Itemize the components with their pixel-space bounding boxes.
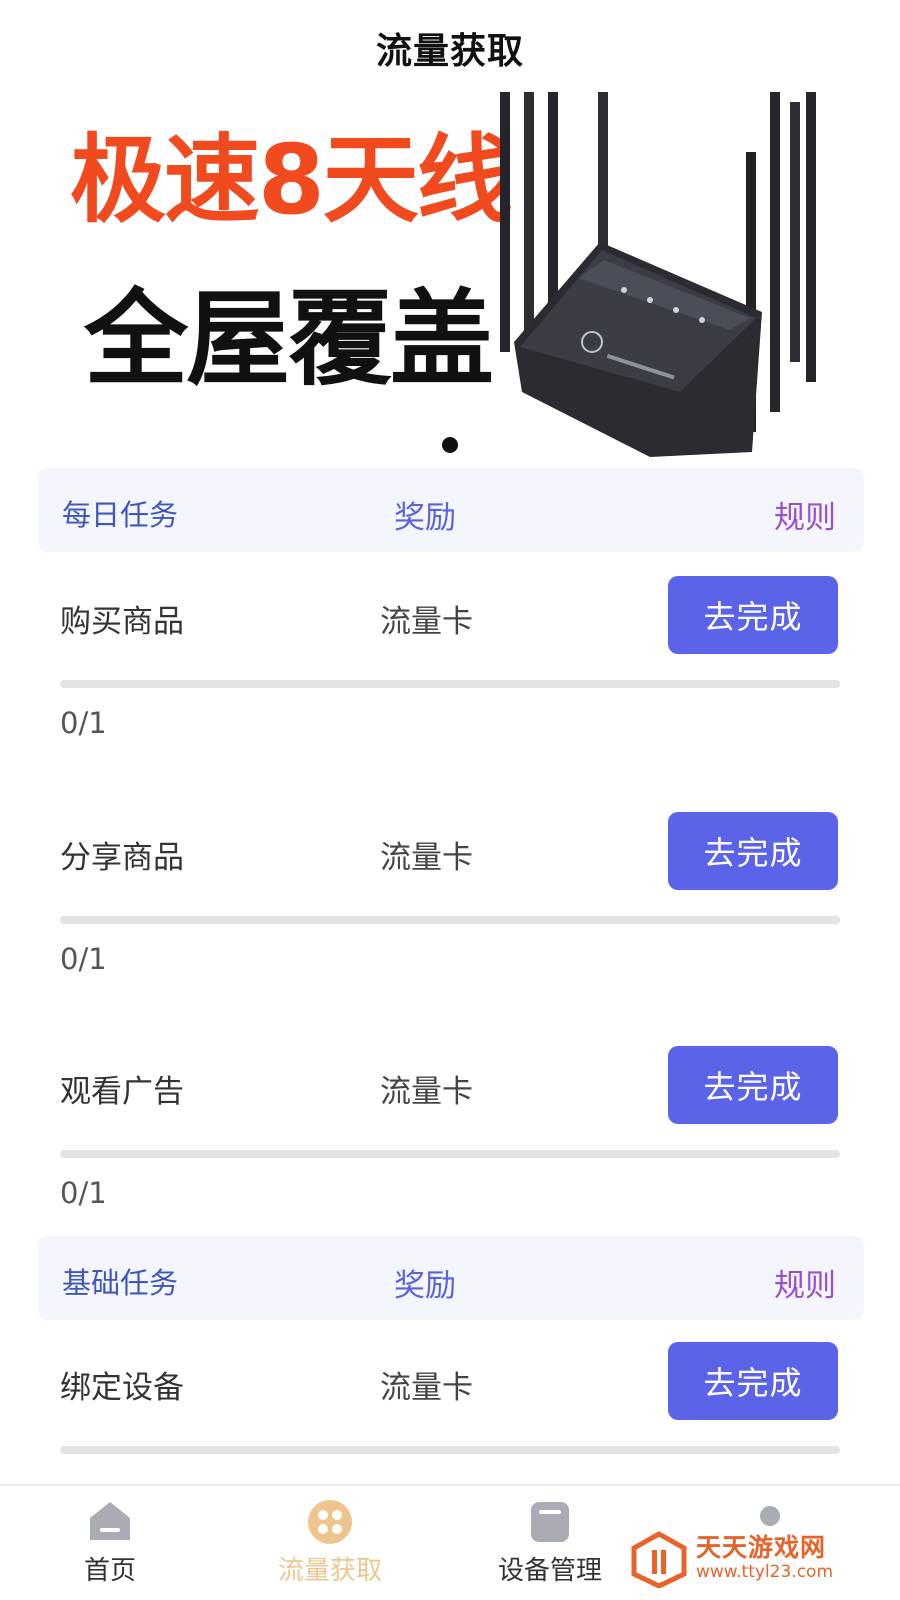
section-title: 每日任务 — [62, 498, 179, 532]
watermark-url: www.ttyl23.com — [696, 1562, 834, 1582]
task-progress-count: 0/1 — [60, 1176, 107, 1210]
task-reward: 流量卡 — [380, 604, 473, 640]
reward-column-header: 奖励 — [394, 500, 456, 536]
banner-carousel[interactable]: 极速8天线 全屋覆盖 — [60, 92, 850, 462]
task-name: 绑定设备 — [60, 1370, 184, 1406]
device-icon — [531, 1502, 569, 1542]
task-row: 购买商品 流量卡 去完成 0/1 — [0, 576, 900, 776]
section-header-basic-tasks: 基础任务 奖励 规则 — [38, 1236, 864, 1320]
nav-label: 首页 — [83, 1556, 136, 1586]
rules-link[interactable]: 规则 — [774, 1260, 836, 1305]
reward-column-header: 奖励 — [394, 1268, 456, 1304]
banner-subheadline: 全屋覆盖 — [84, 278, 494, 400]
task-progress-count: 0/1 — [60, 706, 107, 740]
task-reward: 流量卡 — [380, 840, 473, 876]
nav-label: 设备管理 — [497, 1556, 602, 1586]
watermark-logo-icon — [631, 1531, 687, 1588]
task-reward: 流量卡 — [380, 1074, 473, 1110]
rules-link[interactable]: 规则 — [774, 492, 836, 537]
task-progress-bar — [60, 680, 840, 688]
task-progress-bar — [60, 1446, 840, 1454]
home-icon — [90, 1502, 130, 1540]
section-header-daily-tasks: 每日任务 奖励 规则 — [38, 468, 864, 552]
page-title: 流量获取 — [375, 31, 524, 72]
router-image — [500, 92, 816, 457]
section-title: 基础任务 — [62, 1266, 179, 1300]
watermark-title: 天天游戏网 — [696, 1533, 827, 1562]
watermark: 天天游戏网 www.ttyl23.com — [630, 1528, 890, 1592]
task-name: 分享商品 — [60, 840, 184, 876]
task-name: 购买商品 — [60, 604, 184, 640]
nav-item-traffic[interactable]: 流量获取 — [250, 1498, 410, 1587]
task-progress-count: 0/1 — [60, 942, 107, 976]
task-row: 分享商品 流量卡 去完成 0/1 — [0, 812, 900, 1012]
nav-item-device-management[interactable]: 设备管理 — [470, 1498, 630, 1587]
go-complete-button[interactable]: 去完成 — [668, 576, 838, 654]
task-reward: 流量卡 — [380, 1370, 473, 1406]
nav-label: 流量获取 — [277, 1556, 382, 1586]
go-complete-button[interactable]: 去完成 — [668, 812, 838, 890]
banner-headline: 极速8天线 — [70, 124, 513, 236]
nav-item-home[interactable]: 首页 — [30, 1498, 190, 1587]
task-row: 观看广告 流量卡 去完成 0/1 — [0, 1046, 900, 1246]
go-complete-button[interactable]: 去完成 — [668, 1046, 838, 1124]
go-complete-button[interactable]: 去完成 — [668, 1342, 838, 1420]
grid-icon — [308, 1500, 352, 1544]
task-progress-bar — [60, 1150, 840, 1158]
carousel-indicator-dot[interactable] — [442, 437, 458, 453]
task-name: 观看广告 — [60, 1074, 184, 1110]
task-progress-bar — [60, 916, 840, 924]
task-row: 绑定设备 流量卡 去完成 — [0, 1342, 900, 1472]
